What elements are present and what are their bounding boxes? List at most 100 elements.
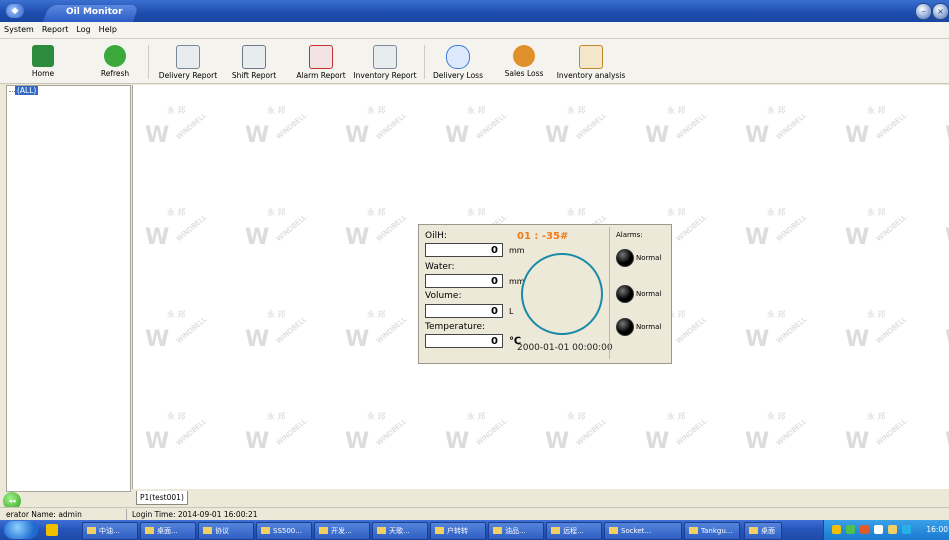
system-tray: 16:00 <box>823 520 949 540</box>
taskbar-item[interactable]: 远程... <box>546 522 602 540</box>
menu-help[interactable]: Help <box>95 22 121 34</box>
inventory-report-button[interactable]: Inventory Report <box>352 39 418 83</box>
toolbar: Home Refresh Delivery Report Shift Repor… <box>0 39 949 84</box>
folder-icon <box>689 527 698 534</box>
tree-node-all[interactable]: (ALL) <box>9 86 39 95</box>
system-menu-icon[interactable]: ◆ <box>6 4 24 18</box>
watermark-logo: W永 邦WINDBELL <box>245 309 315 359</box>
tray-icon[interactable] <box>846 525 855 534</box>
oilh-label: OilH: <box>425 231 447 241</box>
taskbar-item[interactable]: 油品... <box>488 522 544 540</box>
watermark-mark: W <box>745 123 769 148</box>
taskbar-item-label: 户转转 <box>447 527 468 535</box>
taskbar-item[interactable]: 中油... <box>82 522 138 540</box>
menu-system[interactable]: System <box>0 22 38 34</box>
water-label: Water: <box>425 262 455 272</box>
watermark-logo: W永 邦WINDBELL <box>145 207 215 257</box>
watermark-logo: W永 邦WINDBELL <box>545 105 615 155</box>
tray-icon[interactable] <box>860 525 869 534</box>
delivery-report-button[interactable]: Delivery Report <box>156 39 220 83</box>
watermark-mark: W <box>845 429 869 454</box>
watermark-logo: W永 邦WINDBELL <box>745 411 815 461</box>
alarm-report-label: Alarm Report <box>296 71 346 80</box>
quick-launch-icon[interactable] <box>46 524 58 536</box>
oilh-value: 0 <box>425 243 503 257</box>
close-icon[interactable]: × <box>932 3 949 20</box>
watermark-mark: W <box>145 123 169 148</box>
tray-icon[interactable] <box>888 525 897 534</box>
watermark-cn: 永 邦 <box>667 412 686 421</box>
refresh-button[interactable]: Refresh <box>94 39 136 83</box>
watermark-logo: W永 邦WINDBELL <box>345 411 415 461</box>
menu-report[interactable]: Report <box>38 22 73 34</box>
water-value: 0 <box>425 274 503 288</box>
taskbar-item[interactable]: 协议 <box>198 522 254 540</box>
watermark-mark: W <box>845 225 869 250</box>
taskbar-item[interactable]: 开发... <box>314 522 370 540</box>
watermark-cn: 永 邦 <box>267 310 286 319</box>
taskbar-item[interactable]: 桌面... <box>140 522 196 540</box>
taskbar-item[interactable]: Tankgu... <box>684 522 740 540</box>
taskbar: 16:00 中油... 桌面... 协议 SS500... 开发... 天歌... 户转转 油… <box>0 520 949 540</box>
folder-icon <box>493 527 502 534</box>
watermark-cn: 永 邦 <box>567 412 586 421</box>
inventory-analysis-button[interactable]: Inventory analysis <box>556 39 626 83</box>
taskbar-item-label: 桌面 <box>761 527 775 535</box>
taskbar-item[interactable]: SS500... <box>256 522 312 540</box>
delivery-loss-label: Delivery Loss <box>433 71 483 80</box>
watermark-mark: W <box>445 123 469 148</box>
watermark-logo: W永 邦WINDBELL <box>145 309 215 359</box>
tree-node-label: (ALL) <box>15 86 39 95</box>
taskbar-item[interactable]: Socket... <box>604 522 682 540</box>
oilh-unit: mm <box>509 246 525 255</box>
taskbar-item-label: SS500... <box>273 527 302 535</box>
watermark-logo: W永 邦WINDBELL <box>445 411 515 461</box>
watermark-logo: W永 邦WINDBELL <box>745 105 815 155</box>
status-divider <box>126 509 127 520</box>
watermark-cn: 永 邦 <box>367 208 386 217</box>
delivery-loss-button[interactable]: Delivery Loss <box>430 39 486 83</box>
watermark-logo: W永 邦WINDBELL <box>645 105 715 155</box>
watermark-cn: 永 邦 <box>267 208 286 217</box>
taskbar-item[interactable]: 天歌... <box>372 522 428 540</box>
volume-value: 0 <box>425 304 503 318</box>
refresh-icon <box>104 45 126 67</box>
watermark-mark: W <box>745 429 769 454</box>
watermark-logo: W永 邦WINDBELL <box>245 105 315 155</box>
tray-icon[interactable] <box>902 525 911 534</box>
sales-loss-icon <box>513 45 535 67</box>
shift-report-button[interactable]: Shift Report <box>228 39 280 83</box>
taskbar-item[interactable]: 桌面 <box>744 522 782 540</box>
toolbar-separator <box>148 45 149 79</box>
watermark-logo: W永 邦WINDBELL <box>245 411 315 461</box>
watermark-mark: W <box>945 429 949 454</box>
watermark-cn: 永 邦 <box>567 208 586 217</box>
watermark-cn: 永 邦 <box>367 106 386 115</box>
watermark-logo: W永 邦WINDBELL <box>845 207 915 257</box>
minimize-icon[interactable]: – <box>915 3 932 20</box>
taskbar-item[interactable]: 户转转 <box>430 522 486 540</box>
tray-icon[interactable] <box>832 525 841 534</box>
taskbar-item-label: Tankgu... <box>701 527 733 535</box>
tab-p1[interactable]: P1(test001) <box>136 491 188 505</box>
watermark-mark: W <box>645 429 669 454</box>
clock-icon <box>446 45 470 69</box>
home-button[interactable]: Home <box>22 39 64 83</box>
tank-panel[interactable]: OilH: 0 mm Water: 0 mm Volume: 0 L Tempe… <box>418 224 672 364</box>
watermark-mark: W <box>945 327 949 352</box>
watermark-cn: 永 邦 <box>867 412 886 421</box>
watermark-cn: 永 邦 <box>767 208 786 217</box>
watermark-mark: W <box>645 123 669 148</box>
menu-log[interactable]: Log <box>72 22 94 34</box>
watermark-cn: 永 邦 <box>467 412 486 421</box>
watermark-mark: W <box>845 327 869 352</box>
home-label: Home <box>31 69 55 78</box>
watermark-mark: W <box>945 123 949 148</box>
alarm-report-button[interactable]: Alarm Report <box>294 39 348 83</box>
start-button[interactable] <box>4 521 38 539</box>
refresh-label: Refresh <box>100 69 130 78</box>
folder-icon <box>377 527 386 534</box>
inventory-report-label: Inventory Report <box>353 71 417 80</box>
tray-icon[interactable] <box>874 525 883 534</box>
sales-loss-button[interactable]: Sales Loss <box>500 39 548 83</box>
